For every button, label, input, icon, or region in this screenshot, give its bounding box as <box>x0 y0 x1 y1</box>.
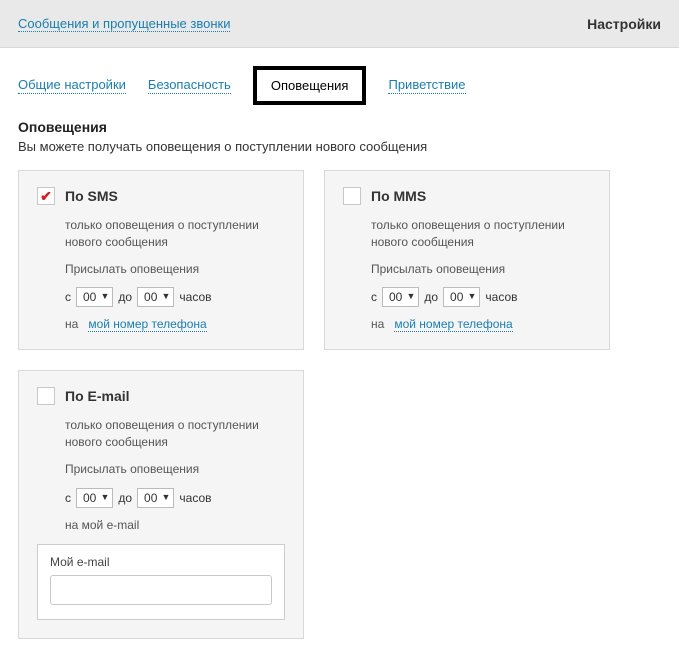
label-hours: часов <box>179 290 211 304</box>
tab-greeting[interactable]: Приветствие <box>388 77 465 94</box>
tab-general[interactable]: Общие настройки <box>18 77 126 94</box>
email-input[interactable] <box>50 575 272 605</box>
label-to: до <box>424 290 438 304</box>
label-hours: часов <box>485 290 517 304</box>
section: Оповещения Вы можете получать оповещения… <box>0 115 679 655</box>
select-mms-from[interactable]: 00 <box>382 287 419 307</box>
link-mms-phone[interactable]: мой номер телефона <box>394 317 512 332</box>
select-email-from[interactable]: 00 <box>76 488 113 508</box>
label-from: с <box>371 290 377 304</box>
section-desc: Вы можете получать оповещения о поступле… <box>18 139 661 154</box>
card-mms-linkrow: на мой номер телефона <box>371 317 591 331</box>
tabs: Общие настройки Безопасность Оповещения … <box>0 48 679 115</box>
card-email-sub: только оповещения о поступлении нового с… <box>65 417 285 451</box>
card-mms-sendlabel: Присылать оповещения <box>371 261 591 278</box>
cards-row: По SMS только оповещения о поступлении н… <box>18 170 661 639</box>
select-mms-to[interactable]: 00 <box>443 287 480 307</box>
checkbox-sms[interactable] <box>37 187 55 205</box>
card-email-timerow: с 00 до 00 часов <box>65 488 285 508</box>
label-from: с <box>65 491 71 505</box>
breadcrumb-link[interactable]: Сообщения и пропущенные звонки <box>18 16 230 32</box>
link-sms-phone[interactable]: мой номер телефона <box>88 317 206 332</box>
checkbox-email[interactable] <box>37 387 55 405</box>
header-bar: Сообщения и пропущенные звонки Настройки <box>0 0 679 48</box>
page-title: Настройки <box>587 16 661 32</box>
select-sms-to[interactable]: 00 <box>137 287 174 307</box>
card-email-header: По E-mail <box>37 387 285 405</box>
card-mms-title: По MMS <box>371 188 426 204</box>
card-sms-sendlabel: Присылать оповещения <box>65 261 285 278</box>
card-mms-sub: только оповещения о поступлении нового с… <box>371 217 591 251</box>
card-mms: По MMS только оповещения о поступлении н… <box>324 170 610 350</box>
label-on: на <box>65 317 78 331</box>
card-sms-linkrow: на мой номер телефона <box>65 317 285 331</box>
select-sms-from[interactable]: 00 <box>76 287 113 307</box>
card-email: По E-mail только оповещения о поступлени… <box>18 370 304 638</box>
card-sms-header: По SMS <box>37 187 285 205</box>
label-to: до <box>118 290 132 304</box>
select-email-to[interactable]: 00 <box>137 488 174 508</box>
card-email-ontext: на мой e-mail <box>65 518 285 532</box>
label-hours: часов <box>179 491 211 505</box>
card-email-sendlabel: Присылать оповещения <box>65 461 285 478</box>
card-sms: По SMS только оповещения о поступлении н… <box>18 170 304 350</box>
card-mms-header: По MMS <box>343 187 591 205</box>
email-input-box: Мой e-mail <box>37 544 285 620</box>
card-sms-timerow: с 00 до 00 часов <box>65 287 285 307</box>
section-title: Оповещения <box>18 119 661 135</box>
tab-security[interactable]: Безопасность <box>148 77 231 94</box>
tab-notifications[interactable]: Оповещения <box>253 66 367 105</box>
label-on: на <box>371 317 384 331</box>
checkbox-mms[interactable] <box>343 187 361 205</box>
card-sms-sub: только оповещения о поступлении нового с… <box>65 217 285 251</box>
email-input-label: Мой e-mail <box>50 555 272 569</box>
card-email-title: По E-mail <box>65 388 130 404</box>
card-sms-title: По SMS <box>65 188 118 204</box>
label-to: до <box>118 491 132 505</box>
label-from: с <box>65 290 71 304</box>
card-mms-timerow: с 00 до 00 часов <box>371 287 591 307</box>
